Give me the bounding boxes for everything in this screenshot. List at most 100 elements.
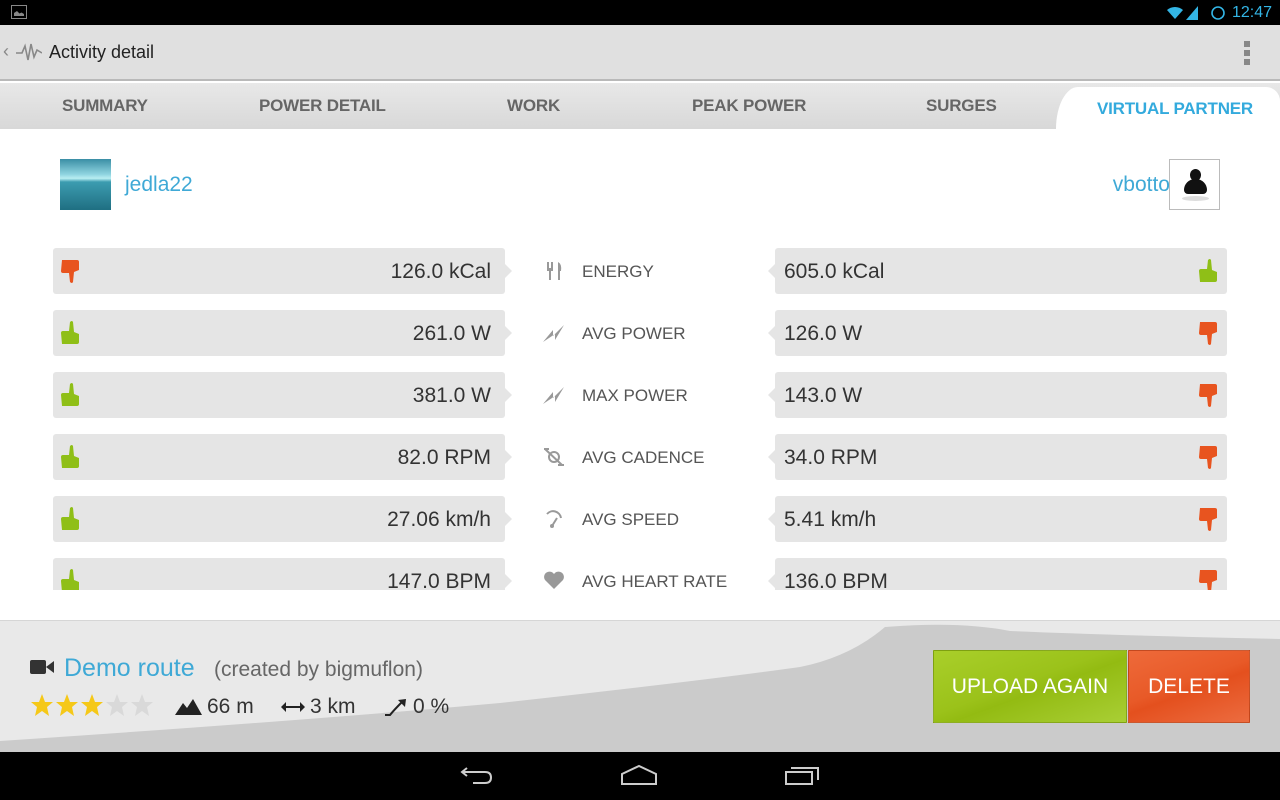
upload-again-button[interactable]: UPLOAD AGAIN	[933, 650, 1127, 723]
metric-row-max-power: 381.0 W MAX POWER 143.0 W	[0, 372, 1280, 418]
star-empty-icon	[106, 694, 128, 716]
right-value: 34.0 RPM	[784, 446, 878, 469]
avatar-right-user[interactable]	[1169, 159, 1220, 210]
metric-row-avg-power: 261.0 W AVG POWER 126.0 W	[0, 310, 1280, 356]
cadence-icon	[544, 448, 564, 466]
star-filled-icon	[56, 694, 78, 716]
metric-label: ENERGY	[582, 262, 654, 281]
action-bar: ‹ Activity detail	[0, 25, 1280, 81]
tab-work[interactable]: WORK	[507, 96, 560, 116]
thumbs-up-icon	[61, 507, 79, 530]
left-value: 381.0 W	[412, 384, 491, 407]
image-notification-icon	[11, 5, 27, 19]
thumbs-up-icon	[61, 445, 79, 468]
sync-icon	[1211, 5, 1225, 20]
home-icon[interactable]	[620, 764, 658, 786]
left-value: 147.0 BPM	[387, 570, 491, 590]
route-rating	[30, 693, 154, 717]
screen: 12:47 ‹ Activity detail SUMMARY POWER DE…	[0, 0, 1280, 800]
wifi-icon	[1166, 6, 1183, 19]
route-panel: Demo route (created by bigmuflon) 66 m 3…	[0, 620, 1280, 752]
right-value: 5.41 km/h	[784, 508, 877, 531]
route-slope: 0 %	[384, 695, 449, 719]
left-value-box: 261.0 W	[53, 310, 512, 356]
tab-bar: SUMMARY POWER DETAIL WORK PEAK POWER SUR…	[0, 83, 1280, 129]
up-caret-icon[interactable]: ‹	[3, 41, 9, 62]
route-elevation: 66 m	[175, 695, 254, 719]
status-bar: 12:47	[0, 0, 1280, 25]
metric-label: AVG CADENCE	[582, 448, 705, 467]
activity-pulse-icon[interactable]	[16, 41, 42, 65]
speedometer-icon	[546, 510, 562, 528]
metric-label: AVG POWER	[582, 324, 686, 343]
right-value: 136.0 BPM	[784, 570, 888, 590]
thumbs-up-icon	[61, 321, 79, 344]
route-name-link[interactable]: Demo route	[64, 654, 195, 683]
slope-value: 0 %	[413, 695, 450, 718]
left-value: 82.0 RPM	[397, 446, 491, 469]
lightning-icon	[543, 387, 564, 404]
metric-row-energy: 126.0 kCal ENERGY 605.0 kCal	[0, 248, 1280, 294]
delete-button[interactable]: DELETE	[1128, 650, 1250, 723]
recent-apps-icon[interactable]	[784, 764, 820, 786]
tab-peak-power[interactable]: PEAK POWER	[692, 96, 806, 116]
back-icon[interactable]	[459, 764, 495, 786]
left-value-box: 381.0 W	[53, 372, 512, 418]
metric-label: MAX POWER	[582, 386, 688, 405]
thumbs-down-icon	[1199, 322, 1217, 345]
comparison-list[interactable]: 126.0 kCal ENERGY 605.0 kCal 261.0 W AVG…	[0, 248, 1280, 590]
left-value: 261.0 W	[412, 322, 491, 345]
right-value-box: 136.0 BPM	[768, 558, 1227, 590]
mountain-icon	[175, 699, 202, 715]
left-value-box: 126.0 kCal	[53, 248, 512, 294]
thumbs-down-icon	[61, 260, 79, 283]
metric-label: AVG HEART RATE	[582, 572, 728, 590]
thumbs-up-icon	[61, 383, 79, 406]
lightning-icon	[543, 325, 564, 342]
thumbs-up-icon	[61, 569, 79, 590]
thumbs-down-icon	[1199, 384, 1217, 407]
thumbs-up-icon	[1199, 259, 1217, 282]
heart-icon	[544, 571, 564, 589]
overflow-menu-icon[interactable]	[1244, 41, 1252, 65]
star-empty-icon	[131, 694, 153, 716]
tab-surges[interactable]: SURGES	[926, 96, 997, 116]
star-filled-icon	[31, 694, 53, 716]
tab-summary[interactable]: SUMMARY	[62, 96, 148, 116]
tab-power-detail[interactable]: POWER DETAIL	[259, 96, 386, 116]
left-value: 27.06 km/h	[387, 508, 491, 531]
right-value-box: 605.0 kCal	[768, 248, 1227, 294]
left-value-box: 147.0 BPM	[53, 558, 512, 590]
elevation-value: 66 m	[207, 695, 254, 718]
left-value-box: 27.06 km/h	[53, 496, 512, 542]
metric-row-avg-speed: 27.06 km/h AVG SPEED 5.41 km/h	[0, 496, 1280, 542]
video-camera-icon	[30, 660, 54, 674]
right-value-box: 34.0 RPM	[768, 434, 1227, 480]
right-user-name[interactable]: vbotto	[1113, 173, 1170, 197]
right-value-box: 5.41 km/h	[768, 496, 1227, 542]
page-title: Activity detail	[49, 42, 155, 62]
thumbs-down-icon	[1199, 570, 1217, 590]
right-value: 605.0 kCal	[784, 260, 885, 283]
route-creator: (created by bigmuflon)	[214, 658, 423, 681]
navigation-bar	[0, 752, 1280, 800]
tab-virtual-partner[interactable]: VIRTUAL PARTNER	[1097, 99, 1253, 119]
distance-arrows-icon	[281, 702, 305, 712]
route-distance: 3 km	[281, 695, 356, 719]
distance-value: 3 km	[310, 695, 356, 718]
thumbs-down-icon	[1199, 508, 1217, 531]
metric-row-avg-cadence: 82.0 RPM AVG CADENCE 34.0 RPM	[0, 434, 1280, 480]
star-filled-icon	[81, 694, 103, 716]
avatar-left-user[interactable]	[60, 159, 111, 210]
left-value-box: 82.0 RPM	[53, 434, 512, 480]
right-value-box: 143.0 W	[768, 372, 1227, 418]
right-value: 143.0 W	[784, 384, 863, 407]
fork-knife-icon	[547, 262, 562, 280]
right-value-box: 126.0 W	[768, 310, 1227, 356]
signal-icon	[1185, 5, 1198, 20]
thumbs-down-icon	[1199, 446, 1217, 469]
metric-label: AVG SPEED	[582, 510, 679, 529]
clock: 12:47	[1231, 3, 1272, 21]
metric-row-avg-heart-rate: 147.0 BPM AVG HEART RATE 136.0 BPM	[0, 558, 1280, 590]
left-user-name[interactable]: jedla22	[125, 173, 193, 197]
